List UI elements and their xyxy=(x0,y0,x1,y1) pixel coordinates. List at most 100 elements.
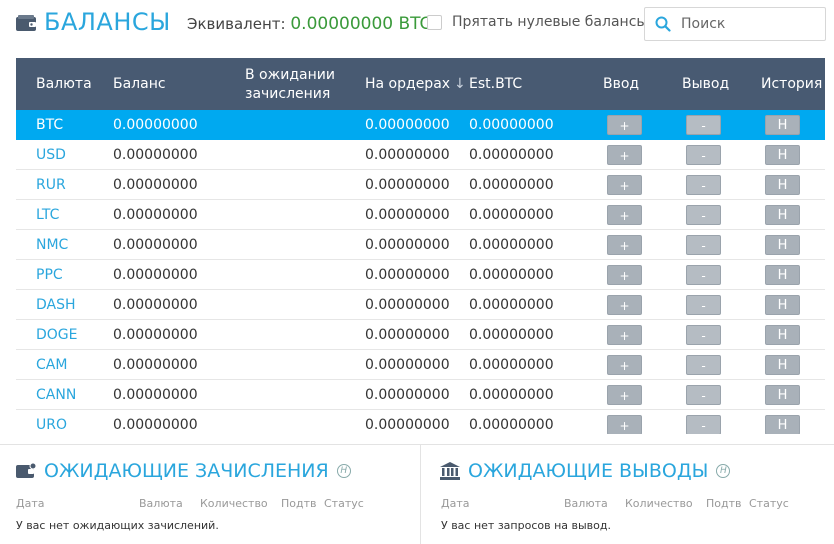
col-orders[interactable]: На ордерах xyxy=(365,76,450,92)
row-est-btc: 0.00000000 xyxy=(469,327,554,343)
deposit-button[interactable]: + xyxy=(607,145,642,165)
table-row[interactable]: CANN 0.00000000 0.00000000 0.00000000 + - H xyxy=(16,380,825,410)
withdraw-button[interactable]: - xyxy=(686,145,721,165)
deposit-button[interactable]: + xyxy=(607,355,642,375)
row-currency[interactable]: LTC xyxy=(36,207,59,223)
deposit-button[interactable]: + xyxy=(607,235,642,255)
row-est-btc: 0.00000000 xyxy=(469,147,554,163)
history-button[interactable]: H xyxy=(765,145,800,165)
history-button[interactable]: H xyxy=(765,385,800,405)
history-button[interactable]: H xyxy=(765,265,800,285)
table-row[interactable]: USD 0.00000000 0.00000000 0.00000000 + - H xyxy=(16,140,825,170)
deposits-col-amount: Количество xyxy=(200,497,268,510)
help-icon[interactable]: H xyxy=(336,464,351,478)
bank-icon xyxy=(440,462,460,480)
hide-zero-toggle[interactable]: Прятать нулевые балансы xyxy=(427,14,647,30)
table-header: Валюта Баланс В ожидании зачисления На о… xyxy=(16,58,825,110)
withdraw-button[interactable]: - xyxy=(686,325,721,345)
deposit-button[interactable]: + xyxy=(607,265,642,285)
col-history: История xyxy=(761,76,823,92)
row-currency[interactable]: PPC xyxy=(36,267,63,283)
withdraw-button[interactable]: - xyxy=(686,355,721,375)
deposit-button[interactable]: + xyxy=(607,385,642,405)
row-balance: 0.00000000 xyxy=(113,267,198,283)
row-balance: 0.00000000 xyxy=(113,117,198,133)
deposit-button[interactable]: + xyxy=(607,115,642,135)
pending-deposits-label: ОЖИДАЮЩИЕ ЗАЧИСЛЕНИЯ xyxy=(44,460,329,482)
history-button[interactable]: H xyxy=(765,115,800,135)
deposit-button[interactable]: + xyxy=(607,205,642,225)
equivalent-label: Эквивалент: xyxy=(187,15,286,33)
deposit-button[interactable]: + xyxy=(607,415,642,434)
table-row[interactable]: URO 0.00000000 0.00000000 0.00000000 + - H xyxy=(16,410,825,434)
row-currency[interactable]: CANN xyxy=(36,387,76,403)
history-button[interactable]: H xyxy=(765,235,800,255)
table-row[interactable]: RUR 0.00000000 0.00000000 0.00000000 + - H xyxy=(16,170,825,200)
col-pending[interactable]: В ожидании зачисления xyxy=(245,66,335,104)
search-icon xyxy=(655,16,671,32)
withdraw-button[interactable]: - xyxy=(686,295,721,315)
table-row[interactable]: DOGE 0.00000000 0.00000000 0.00000000 + - H xyxy=(16,320,825,350)
deposit-button[interactable]: + xyxy=(607,295,642,315)
balances-table: Валюта Баланс В ожидании зачисления На о… xyxy=(16,58,825,434)
history-button[interactable]: H xyxy=(765,325,800,345)
wallet-plus-icon xyxy=(16,463,36,478)
hide-zero-label: Прятать нулевые балансы xyxy=(452,14,648,30)
col-currency[interactable]: Валюта xyxy=(36,76,92,92)
table-row[interactable]: LTC 0.00000000 0.00000000 0.00000000 + - H xyxy=(16,200,825,230)
row-currency[interactable]: URO xyxy=(36,417,67,433)
col-balance[interactable]: Баланс xyxy=(113,76,166,92)
deposits-col-currency: Валюта xyxy=(139,497,183,510)
row-balance: 0.00000000 xyxy=(113,297,198,313)
row-currency[interactable]: BTC xyxy=(36,117,63,133)
history-button[interactable]: H xyxy=(765,415,800,434)
history-button[interactable]: H xyxy=(765,205,800,225)
row-orders: 0.00000000 xyxy=(365,387,450,403)
withdraw-button[interactable]: - xyxy=(686,265,721,285)
withdraw-button[interactable]: - xyxy=(686,385,721,405)
row-orders: 0.00000000 xyxy=(365,357,450,373)
deposit-button[interactable]: + xyxy=(607,325,642,345)
row-balance: 0.00000000 xyxy=(113,177,198,193)
withdraw-button[interactable]: - xyxy=(686,235,721,255)
hide-zero-checkbox[interactable] xyxy=(427,14,442,30)
row-balance: 0.00000000 xyxy=(113,147,198,163)
row-est-btc: 0.00000000 xyxy=(469,207,554,223)
row-orders: 0.00000000 xyxy=(365,147,450,163)
history-button[interactable]: H xyxy=(765,175,800,195)
history-button[interactable]: H xyxy=(765,295,800,315)
search-box[interactable] xyxy=(644,7,826,41)
row-est-btc: 0.00000000 xyxy=(469,117,554,133)
table-row[interactable]: NMC 0.00000000 0.00000000 0.00000000 + - H xyxy=(16,230,825,260)
withdraw-button[interactable]: - xyxy=(686,175,721,195)
withdraw-button[interactable]: - xyxy=(686,415,721,434)
withdraw-button[interactable]: - xyxy=(686,205,721,225)
table-row[interactable]: DASH 0.00000000 0.00000000 0.00000000 + - H xyxy=(16,290,825,320)
withdraw-button[interactable]: - xyxy=(686,115,721,135)
row-est-btc: 0.00000000 xyxy=(469,357,554,373)
row-currency[interactable]: RUR xyxy=(36,177,66,193)
col-est-btc[interactable]: Est.BTC xyxy=(469,76,522,92)
help-icon[interactable]: H xyxy=(716,464,731,478)
history-button[interactable]: H xyxy=(765,355,800,375)
page-title: БАЛАНСЫ xyxy=(44,8,171,36)
row-est-btc: 0.00000000 xyxy=(469,267,554,283)
row-orders: 0.00000000 xyxy=(365,327,450,343)
search-input[interactable] xyxy=(681,16,811,32)
table-row[interactable]: CAM 0.00000000 0.00000000 0.00000000 + - H xyxy=(16,350,825,380)
deposit-button[interactable]: + xyxy=(607,175,642,195)
sort-arrow-icon[interactable]: ↓ xyxy=(454,76,466,92)
row-currency[interactable]: DOGE xyxy=(36,327,78,343)
section-divider xyxy=(0,444,834,445)
row-balance: 0.00000000 xyxy=(113,357,198,373)
row-currency[interactable]: CAM xyxy=(36,357,67,373)
deposits-empty-message: У вас нет ожидающих зачислений. xyxy=(16,519,219,532)
withdrawals-col-confirm: Подтв xyxy=(706,497,742,510)
table-row[interactable]: BTC 0.00000000 0.00000000 0.00000000 + - H xyxy=(16,110,825,140)
row-currency[interactable]: USD xyxy=(36,147,66,163)
row-currency[interactable]: NMC xyxy=(36,237,68,253)
col-deposit: Ввод xyxy=(603,76,640,92)
pending-withdrawals-label: ОЖИДАЮЩИЕ ВЫВОДЫ xyxy=(468,460,709,482)
table-row[interactable]: PPC 0.00000000 0.00000000 0.00000000 + - H xyxy=(16,260,825,290)
row-currency[interactable]: DASH xyxy=(36,297,76,313)
